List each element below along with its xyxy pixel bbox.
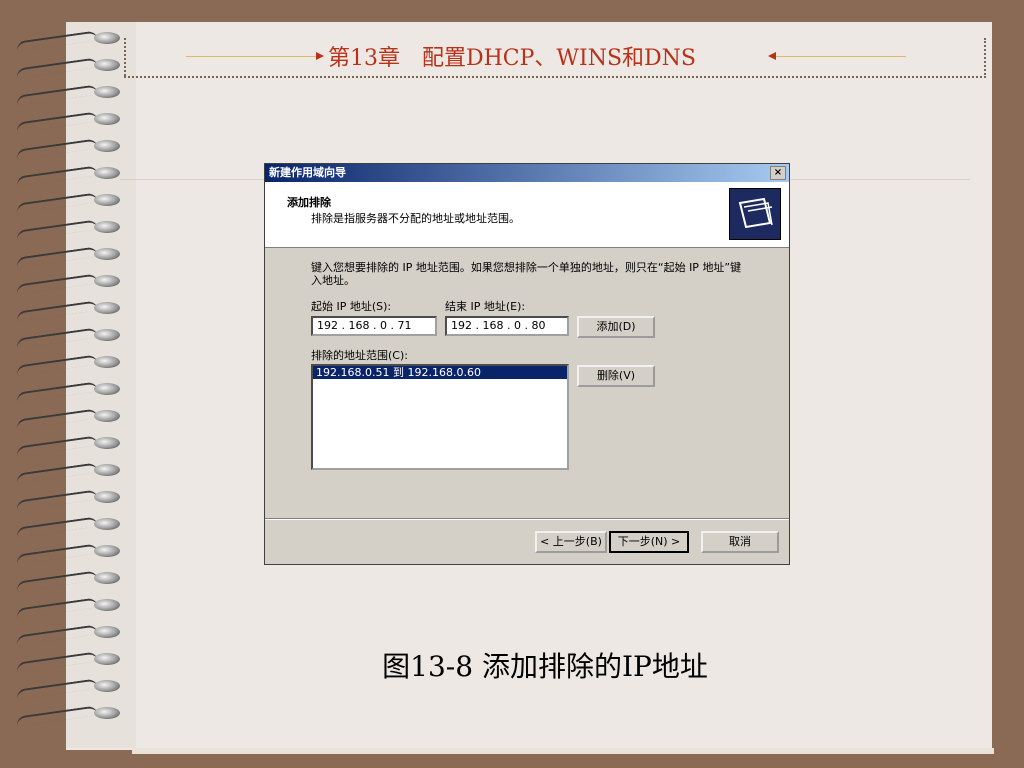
spiral-ring — [15, 138, 120, 160]
spiral-ring — [15, 435, 120, 457]
spiral-ring — [15, 300, 120, 322]
spiral-ring — [15, 489, 120, 511]
spiral-ring — [15, 219, 120, 241]
spiral-ring — [15, 597, 120, 619]
list-item[interactable]: 192.168.0.51 到 192.168.0.60 — [313, 366, 567, 379]
spiral-ring — [15, 327, 120, 349]
dialog-title: 新建作用域向导 — [269, 166, 346, 179]
excluded-ranges-label: 排除的地址范围(C): — [311, 349, 408, 362]
folders-icon — [729, 188, 781, 240]
wizard-page-title: 添加排除 — [287, 196, 331, 209]
cancel-button[interactable]: 取消 — [701, 531, 779, 553]
next-button[interactable]: 下一步(N) > — [609, 531, 689, 553]
spiral-ring — [15, 354, 120, 376]
spiral-ring — [15, 543, 120, 565]
wizard-page-subtitle: 排除是指服务器不分配的地址或地址范围。 — [311, 212, 520, 225]
wizard-header-panel: 添加排除 排除是指服务器不分配的地址或地址范围。 — [265, 182, 789, 248]
remove-button[interactable]: 删除(V) — [577, 365, 655, 387]
spiral-ring — [15, 462, 120, 484]
spiral-ring — [15, 408, 120, 430]
button-separator — [265, 518, 789, 520]
page-shadow — [132, 748, 994, 754]
spiral-ring — [15, 165, 120, 187]
start-ip-label: 起始 IP 地址(S): — [311, 300, 392, 313]
spiral-ring — [15, 246, 120, 268]
spiral-ring — [15, 192, 120, 214]
add-button[interactable]: 添加(D) — [577, 316, 655, 338]
spiral-ring — [15, 516, 120, 538]
new-scope-wizard-dialog: 新建作用域向导 × 添加排除 排除是指服务器不分配的地址或地址范围。 键入您想要… — [264, 163, 790, 565]
spiral-ring — [15, 381, 120, 403]
spiral-ring — [15, 624, 120, 646]
spiral-ring — [15, 570, 120, 592]
spiral-ring — [15, 273, 120, 295]
dialog-titlebar[interactable]: 新建作用域向导 × — [265, 164, 789, 182]
instruction-text: 键入您想要排除的 IP 地址范围。如果您想排除一个单独的地址，则只在“起始 IP… — [311, 261, 742, 287]
slide-header-title: 第13章 配置DHCP、WINS和DNS — [327, 46, 697, 71]
excluded-ranges-list[interactable]: 192.168.0.51 到 192.168.0.60 — [311, 364, 569, 470]
close-icon[interactable]: × — [770, 166, 786, 180]
back-button[interactable]: < 上一步(B) — [535, 531, 607, 553]
figure-caption: 图13-8 添加排除的IP地址 — [382, 650, 708, 683]
spiral-ring — [15, 111, 120, 133]
spiral-ring — [15, 84, 120, 106]
spiral-ring — [15, 705, 120, 727]
end-ip-label: 结束 IP 地址(E): — [445, 300, 526, 313]
start-ip-input[interactable]: 192 . 168 . 0 . 71 — [311, 316, 437, 336]
end-ip-input[interactable]: 192 . 168 . 0 . 80 — [445, 316, 569, 336]
